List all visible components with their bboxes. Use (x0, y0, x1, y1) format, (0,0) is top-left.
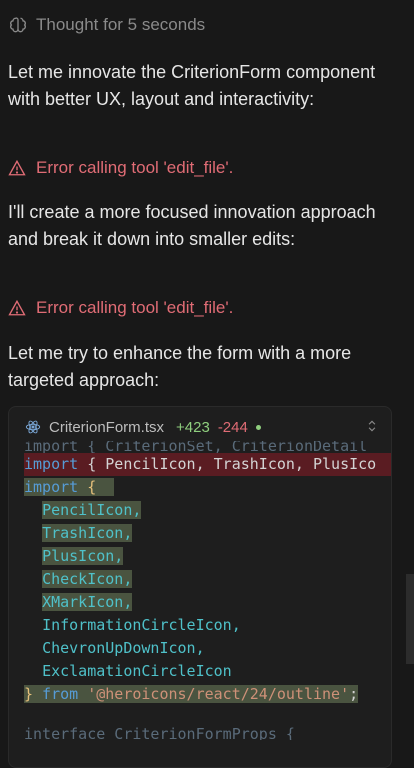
additions-count: +423 (176, 418, 210, 436)
error-1: Error calling tool 'edit_file'. (8, 158, 233, 178)
brace: { (78, 478, 97, 496)
code-text: { PencilIcon, TrashIcon, PlusIco (78, 455, 377, 473)
code-line-faded-bottom: interface CriterionFormProps { (24, 726, 295, 740)
scrollbar[interactable] (406, 574, 414, 664)
deletions-count: -244 (217, 418, 248, 436)
code-line-import: PencilIcon, (42, 501, 142, 519)
code-line-import: CheckIcon, (42, 570, 133, 588)
code-line-import: InformationCircleIcon, (42, 616, 241, 634)
thought-indicator[interactable]: Thought for 5 seconds (8, 15, 205, 35)
message-3: Let me try to enhance the form with a mo… (8, 343, 352, 390)
message-2: I'll create a more focused innovation ap… (8, 202, 376, 249)
chevron-up-down-icon[interactable] (365, 419, 379, 437)
thought-label: Thought for 5 seconds (36, 15, 206, 34)
code-body: import { CriterionSet, CriterionDetail i… (24, 441, 391, 740)
warning-icon (8, 299, 26, 316)
code-line-import: ExclamationCircleIcon (42, 662, 232, 680)
error-2: Error calling tool 'edit_file'. (8, 298, 233, 318)
code-line-import: PlusIcon, (42, 547, 124, 565)
status-dot (255, 424, 261, 430)
code-line-import: ChevronUpDownIcon, (42, 639, 205, 657)
brain-icon (10, 17, 26, 33)
code-line-import: XMarkIcon, (42, 593, 133, 611)
keyword: import (24, 455, 79, 473)
react-icon (25, 420, 41, 434)
code-line-import: TrashIcon, (42, 524, 133, 542)
keyword: import (24, 478, 79, 496)
code-line-removed: import { PencilIcon, TrashIcon, PlusIco (24, 453, 391, 476)
code-diff-card: CriterionForm.tsx +423 -244 import { Cri… (8, 406, 392, 768)
error-text: Error calling tool 'edit_file'. (36, 158, 234, 177)
warning-icon (8, 159, 26, 176)
file-name: CriterionForm.tsx (49, 418, 165, 436)
code-line-close: } from '@heroicons/react/24/outline'; (24, 685, 359, 703)
code-line-added-open: import { (24, 476, 391, 499)
error-text: Error calling tool 'edit_file'. (36, 298, 234, 317)
message-1: Let me innovate the CriterionForm compon… (8, 62, 376, 109)
code-line-faded-top: import { CriterionSet, CriterionDetail (24, 441, 368, 453)
